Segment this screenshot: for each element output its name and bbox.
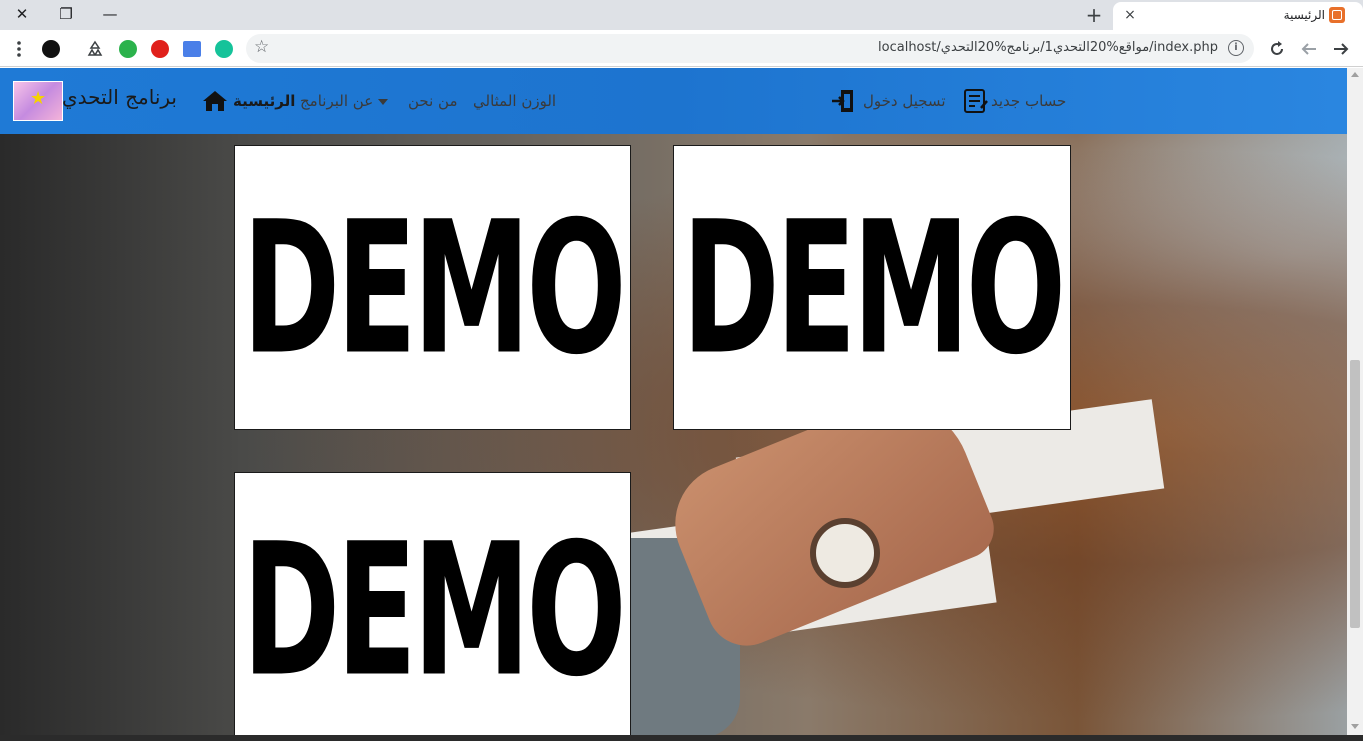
reload-icon[interactable]: [1266, 38, 1288, 60]
tab-favicon-icon: [1329, 7, 1345, 23]
scrollbar-thumb[interactable]: [1350, 360, 1360, 628]
address-bar[interactable]: ☆ localhost/مواقع%20التحدي1/برنامج%20الت…: [246, 34, 1254, 63]
menu-dots-icon[interactable]: [8, 38, 30, 60]
back-arrow-icon[interactable]: [1298, 38, 1320, 60]
tab-strip: ✕ ❐ — + × الرئيسية: [0, 0, 1363, 30]
demo-image-label: DEMO: [681, 180, 1066, 395]
new-tab-button[interactable]: +: [1082, 3, 1106, 27]
demo-image[interactable]: DEMO: [234, 145, 631, 430]
sign-in-icon[interactable]: [831, 88, 859, 114]
nav-home[interactable]: الرئيسية: [233, 92, 295, 110]
navbar-brand[interactable]: برنامج التحدي: [62, 85, 177, 109]
tab-close-icon[interactable]: ×: [1121, 6, 1139, 24]
demo-image[interactable]: DEMO: [234, 472, 631, 735]
nav-ideal-weight[interactable]: الوزن المثالي: [473, 92, 556, 110]
window-restore-button[interactable]: ❐: [44, 0, 88, 28]
site-logo[interactable]: [13, 81, 63, 121]
extension-red-icon[interactable]: [149, 38, 171, 60]
close-icon: ✕: [15, 5, 29, 23]
site-info-icon[interactable]: i: [1228, 40, 1244, 56]
minimize-icon: —: [102, 5, 118, 23]
page-scrollbar[interactable]: [1347, 68, 1363, 735]
nav-register[interactable]: حساب جديد: [991, 92, 1066, 110]
forward-arrow-icon[interactable]: [1330, 38, 1352, 60]
nav-sign-in[interactable]: تسجيل دخول: [863, 92, 946, 110]
browser-toolbar: ☆ localhost/مواقع%20التحدي1/برنامج%20الت…: [0, 30, 1363, 67]
demo-image[interactable]: DEMO: [673, 145, 1071, 430]
home-icon[interactable]: [202, 89, 228, 113]
page-viewport: برنامج التحدي الرئيسية عن البرنامج من نح…: [0, 68, 1347, 735]
bookmark-star-icon[interactable]: ☆: [254, 37, 269, 57]
about-program-label: عن البرنامج: [300, 92, 374, 110]
nav-about-us[interactable]: من نحن: [408, 92, 458, 110]
browser-tab[interactable]: × الرئيسية: [1113, 2, 1363, 30]
chevron-down-icon: [377, 98, 388, 105]
extension-profile-icon[interactable]: [40, 38, 62, 60]
window-minimize-button[interactable]: —: [88, 0, 132, 28]
scroll-up-icon[interactable]: [1351, 72, 1359, 77]
tab-title: الرئيسية: [1283, 8, 1325, 22]
extension-translate-icon[interactable]: [181, 38, 203, 60]
extension-grammarly-icon[interactable]: [213, 38, 235, 60]
scroll-down-icon[interactable]: [1351, 724, 1359, 729]
register-icon[interactable]: [963, 88, 989, 114]
restore-icon: ❐: [59, 5, 73, 23]
bottom-bar: [0, 735, 1363, 741]
background-watch: [810, 518, 880, 588]
nav-about-program[interactable]: عن البرنامج: [300, 92, 392, 110]
url-text: localhost/مواقع%20التحدي1/برنامج%20التحد…: [878, 40, 1218, 55]
extension-recycle-icon[interactable]: [84, 38, 106, 60]
window-close-button[interactable]: ✕: [0, 0, 44, 28]
demo-image-label: DEMO: [242, 180, 626, 395]
demo-image-label: DEMO: [242, 502, 626, 717]
site-navbar: برنامج التحدي الرئيسية عن البرنامج من نح…: [0, 68, 1347, 134]
extension-green-icon[interactable]: [117, 38, 139, 60]
